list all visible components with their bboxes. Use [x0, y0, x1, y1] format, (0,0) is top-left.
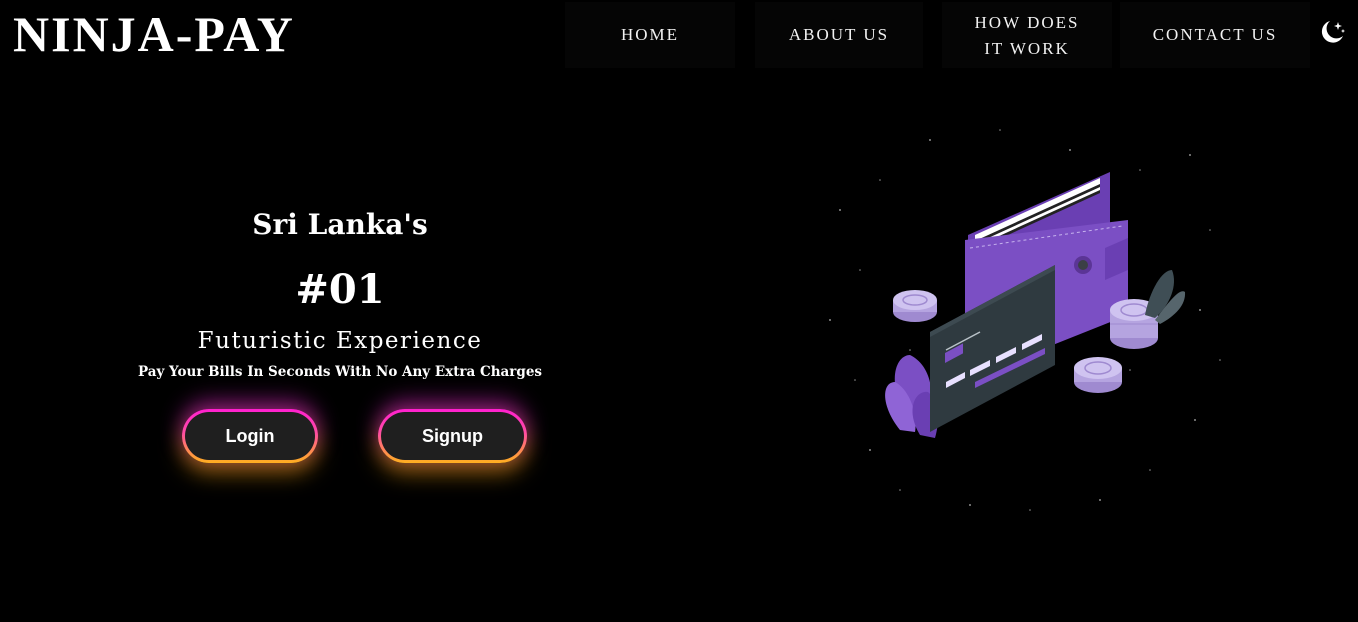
- nav-how-label: HOW DOES IT WORK: [974, 12, 1080, 58]
- nav-about-us[interactable]: ABOUT US: [755, 2, 923, 68]
- coin-stack-bottom: [1074, 357, 1122, 393]
- leaf-right: [1145, 270, 1186, 324]
- wallet-card-coins-illustration: [800, 120, 1240, 520]
- hero-tagline: Pay Your Bills In Seconds With No Any Ex…: [137, 364, 543, 380]
- login-button-label: Login: [185, 412, 315, 460]
- nav-how-does-it-work[interactable]: HOW DOES IT WORK: [942, 2, 1112, 68]
- moon-stars-icon: [1321, 21, 1345, 43]
- theme-toggle-button[interactable]: [1316, 16, 1348, 48]
- hero-subtitle: Futuristic Experience: [197, 328, 483, 354]
- nav-home[interactable]: HOME: [565, 2, 735, 68]
- brand-logo[interactable]: NINJA-PAY: [13, 6, 295, 62]
- hero-title: Sri Lanka's: [252, 208, 428, 241]
- signup-button-label: Signup: [381, 412, 524, 460]
- signup-button[interactable]: Signup: [378, 409, 527, 463]
- login-button[interactable]: Login: [182, 409, 318, 463]
- coin-stack-left: [893, 290, 937, 322]
- hero-rank: #01: [295, 266, 385, 313]
- nav-contact-us[interactable]: CONTACT US: [1120, 2, 1310, 68]
